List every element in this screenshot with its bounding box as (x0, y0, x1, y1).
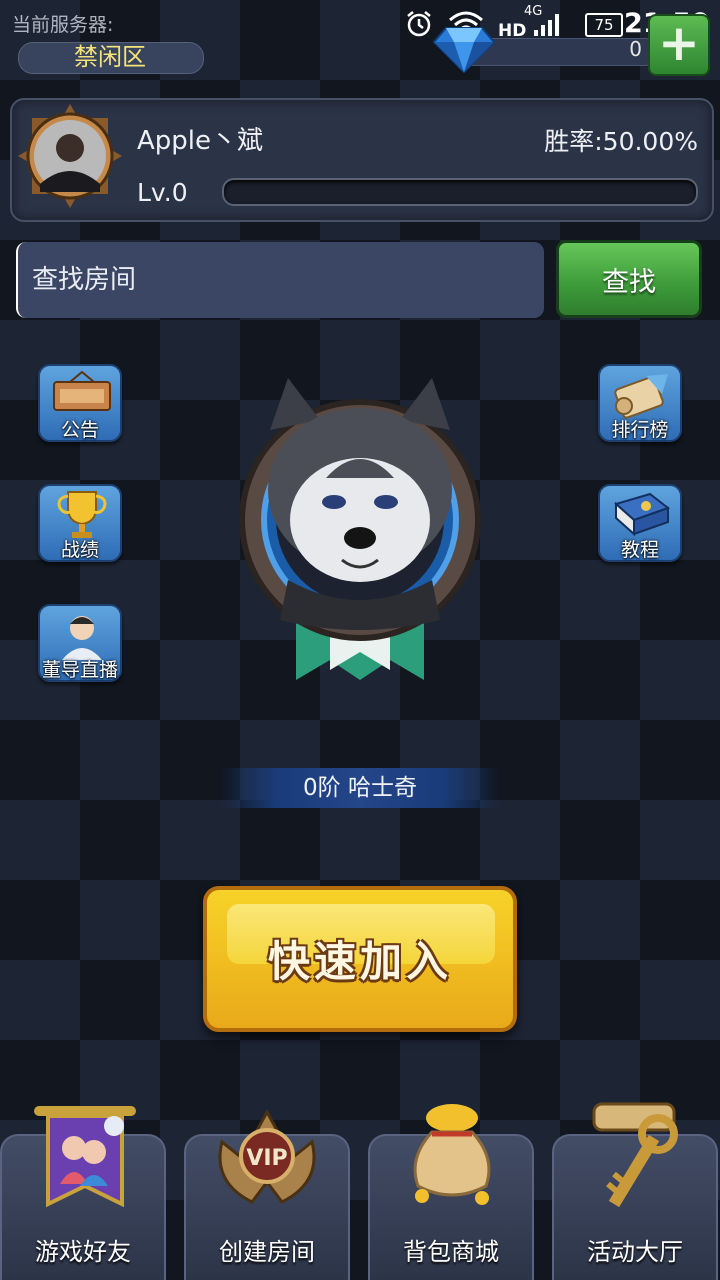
record-label: 战绩 (60, 539, 99, 561)
live-stream-button[interactable]: 董导直播 (38, 604, 122, 682)
server-name: 禁闲区 (74, 43, 146, 71)
book-icon (613, 492, 671, 537)
add-diamond-button[interactable]: + (648, 14, 710, 76)
xp-progress-bar (222, 178, 698, 206)
vip-badge-icon: VIP (218, 1108, 316, 1204)
svg-text:VIP: VIP (246, 1146, 287, 1171)
key-scroll-icon (592, 1102, 678, 1208)
notice-button[interactable]: 公告 (38, 364, 122, 442)
nav-tab-friends-label: 游戏好友 (35, 1238, 131, 1266)
streamer-avatar-icon (62, 616, 102, 660)
tutorial-button[interactable]: 教程 (598, 484, 682, 562)
notice-label: 公告 (60, 419, 99, 441)
alarm-icon (407, 11, 431, 37)
room-search-input[interactable] (16, 242, 544, 318)
trophy-icon (57, 491, 107, 538)
friends-banner-icon (34, 1106, 136, 1208)
husky-rank-badge (239, 378, 481, 680)
avatar[interactable] (18, 104, 122, 208)
diamond-icon (432, 27, 496, 74)
leaderboard-label: 排行榜 (611, 419, 669, 441)
live-stream-label: 董导直播 (41, 659, 118, 681)
scroll-icon (614, 374, 668, 419)
battery-indicator: 75 (585, 13, 623, 37)
gold-bag-icon (413, 1104, 491, 1205)
signal-icon (534, 14, 559, 36)
rank-text: 0阶 哈士奇 (303, 775, 417, 801)
nav-tab-events-label: 活动大厅 (587, 1238, 683, 1266)
notice-board-icon (53, 370, 111, 411)
player-level: Lv.0 (137, 178, 188, 207)
nav-tab-create-room-label: 创建房间 (219, 1238, 315, 1266)
nav-tab-shop-label: 背包商城 (403, 1238, 499, 1266)
search-button[interactable]: 查找 (556, 240, 702, 318)
quick-join-label: 快速加入 (267, 937, 452, 986)
player-name: Apple丶斌 (137, 126, 264, 156)
leaderboard-button[interactable]: 排行榜 (598, 364, 682, 442)
win-rate: 胜率:50.00% (544, 127, 698, 156)
record-button[interactable]: 战绩 (38, 484, 122, 562)
diamond-count: 0 (629, 37, 642, 61)
quick-join-button[interactable]: 快速加入 (203, 886, 517, 1032)
server-label: 当前服务器: (12, 14, 114, 36)
tutorial-label: 教程 (620, 539, 659, 561)
plus-icon: + (658, 14, 700, 72)
